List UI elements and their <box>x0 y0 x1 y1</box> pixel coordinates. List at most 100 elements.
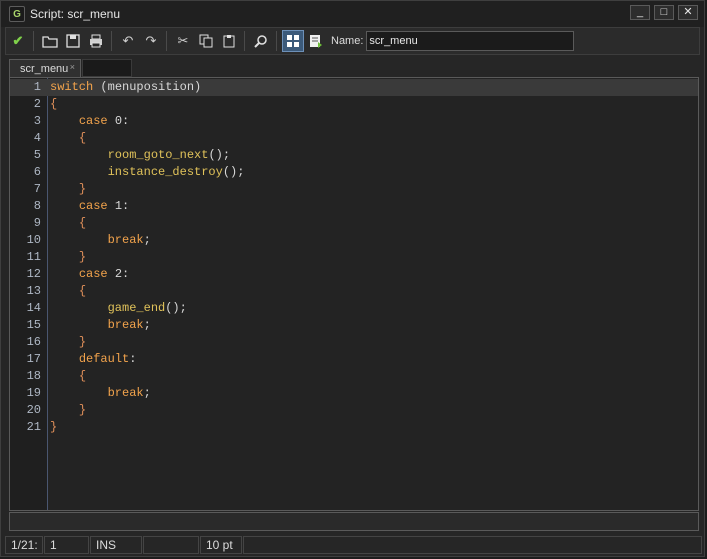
view-toggle-icon[interactable] <box>282 30 304 52</box>
status-filler <box>243 536 702 554</box>
code-text: { <box>78 369 87 383</box>
document-icon[interactable] <box>305 30 327 52</box>
line-number: 19 <box>26 386 41 400</box>
tab-bar: scr_menu × <box>9 59 699 77</box>
status-position: 1/21: <box>5 536 43 554</box>
line-number: 18 <box>26 369 41 383</box>
title-bar[interactable]: G Script: scr_menu _ □ ✕ <box>1 1 704 27</box>
code-text: switch (menuposition) <box>50 80 202 94</box>
code-text: default: <box>78 352 137 366</box>
undo-icon[interactable]: ↶ <box>117 30 139 52</box>
code-editor[interactable]: 1 switch (menuposition) 2{3 case 0: 4 {5 ro… <box>9 77 699 511</box>
bottom-panel <box>9 512 699 531</box>
name-label: Name: <box>331 35 364 47</box>
code-line[interactable]: 8 case 1: <box>10 198 698 215</box>
toolbar-separator <box>33 31 34 51</box>
code-line[interactable]: 4 { <box>10 130 698 147</box>
code-line[interactable]: 9 { <box>10 215 698 232</box>
maximize-button[interactable]: □ <box>654 5 674 20</box>
line-number: 4 <box>33 131 41 145</box>
code-text: room_goto_next(); <box>107 148 231 162</box>
line-number: 7 <box>33 182 41 196</box>
window-title: Script: scr_menu <box>30 7 121 21</box>
code-line[interactable]: 14 game_end(); <box>10 300 698 317</box>
code-line[interactable]: 15 break; <box>10 317 698 334</box>
line-number: 16 <box>26 335 41 349</box>
code-text: } <box>50 420 58 434</box>
redo-icon[interactable]: ↷ <box>140 30 162 52</box>
code-text: { <box>78 216 87 230</box>
toolbar-separator <box>276 31 277 51</box>
status-empty <box>143 536 199 554</box>
line-number: 17 <box>26 352 41 366</box>
toolbar-separator <box>244 31 245 51</box>
code-text: } <box>78 250 87 264</box>
name-input[interactable] <box>366 31 575 51</box>
tab-close-icon[interactable]: × <box>70 62 75 72</box>
line-number: 2 <box>33 97 41 111</box>
code-line[interactable]: 17 default: <box>10 351 698 368</box>
gamemaker-icon: G <box>9 6 25 22</box>
status-bar: 1/21: 1 INS 10 pt <box>5 536 702 554</box>
code-text: } <box>78 182 87 196</box>
copy-icon[interactable] <box>195 30 217 52</box>
paste-icon[interactable] <box>218 30 240 52</box>
code-line[interactable]: 21} <box>10 419 698 436</box>
status-mode: INS <box>90 536 142 554</box>
print-icon[interactable] <box>85 30 107 52</box>
line-number: 13 <box>26 284 41 298</box>
save-icon[interactable] <box>62 30 84 52</box>
status-column: 1 <box>44 536 89 554</box>
line-number: 15 <box>26 318 41 332</box>
code-line[interactable]: 3 case 0: <box>10 113 698 130</box>
code-line[interactable]: 13 { <box>10 283 698 300</box>
line-number: 5 <box>33 148 41 162</box>
checkmark-icon[interactable]: ✔ <box>7 30 29 52</box>
toolbar-separator <box>166 31 167 51</box>
toolbar-separator <box>111 31 112 51</box>
code-line[interactable]: 12 case 2: <box>10 266 698 283</box>
code-line[interactable]: 7 } <box>10 181 698 198</box>
code-text: case 2: <box>78 267 130 281</box>
open-icon[interactable] <box>39 30 61 52</box>
code-text: } <box>78 403 87 417</box>
code-text: { <box>78 131 87 145</box>
code-line[interactable]: 19 break; <box>10 385 698 402</box>
code-text: break; <box>107 233 151 247</box>
status-font-size: 10 pt <box>200 536 242 554</box>
minimize-button[interactable]: _ <box>630 5 650 20</box>
code-text: break; <box>107 386 151 400</box>
close-button[interactable]: ✕ <box>678 5 698 20</box>
code-line[interactable]: 2{ <box>10 96 698 113</box>
code-line[interactable]: 1 switch (menuposition) <box>10 79 698 96</box>
line-number: 12 <box>26 267 41 281</box>
code-text: case 0: <box>78 114 130 128</box>
code-text: { <box>50 97 58 111</box>
line-number: 11 <box>26 250 41 264</box>
line-number: 20 <box>26 403 41 417</box>
code-line[interactable]: 18 { <box>10 368 698 385</box>
code-line[interactable]: 20 } <box>10 402 698 419</box>
code-line[interactable]: 6 instance_destroy(); <box>10 164 698 181</box>
line-number: 9 <box>33 216 41 230</box>
code-text: game_end(); <box>107 301 187 315</box>
code-line[interactable]: 10 break; <box>10 232 698 249</box>
search-icon[interactable] <box>250 30 272 52</box>
code-line[interactable]: 5 room_goto_next(); <box>10 147 698 164</box>
line-number: 14 <box>26 301 41 315</box>
tab-scr-menu[interactable]: scr_menu × <box>9 59 81 77</box>
code-text: break; <box>107 318 151 332</box>
code-line[interactable]: 11 } <box>10 249 698 266</box>
code-text: { <box>78 284 87 298</box>
line-number: 3 <box>33 114 41 128</box>
code-text: instance_destroy(); <box>107 165 245 179</box>
tab-label: scr_menu <box>20 62 69 75</box>
code-line[interactable]: 16 } <box>10 334 698 351</box>
tab-empty[interactable] <box>82 59 132 77</box>
window-controls: _ □ ✕ <box>630 5 698 20</box>
cut-icon[interactable]: ✂ <box>172 30 194 52</box>
line-number: 8 <box>33 199 41 213</box>
code-text: case 1: <box>78 199 130 213</box>
toolbar: ✔ ↶ ↷ ✂ Name: <box>5 27 700 55</box>
line-number: 6 <box>33 165 41 179</box>
